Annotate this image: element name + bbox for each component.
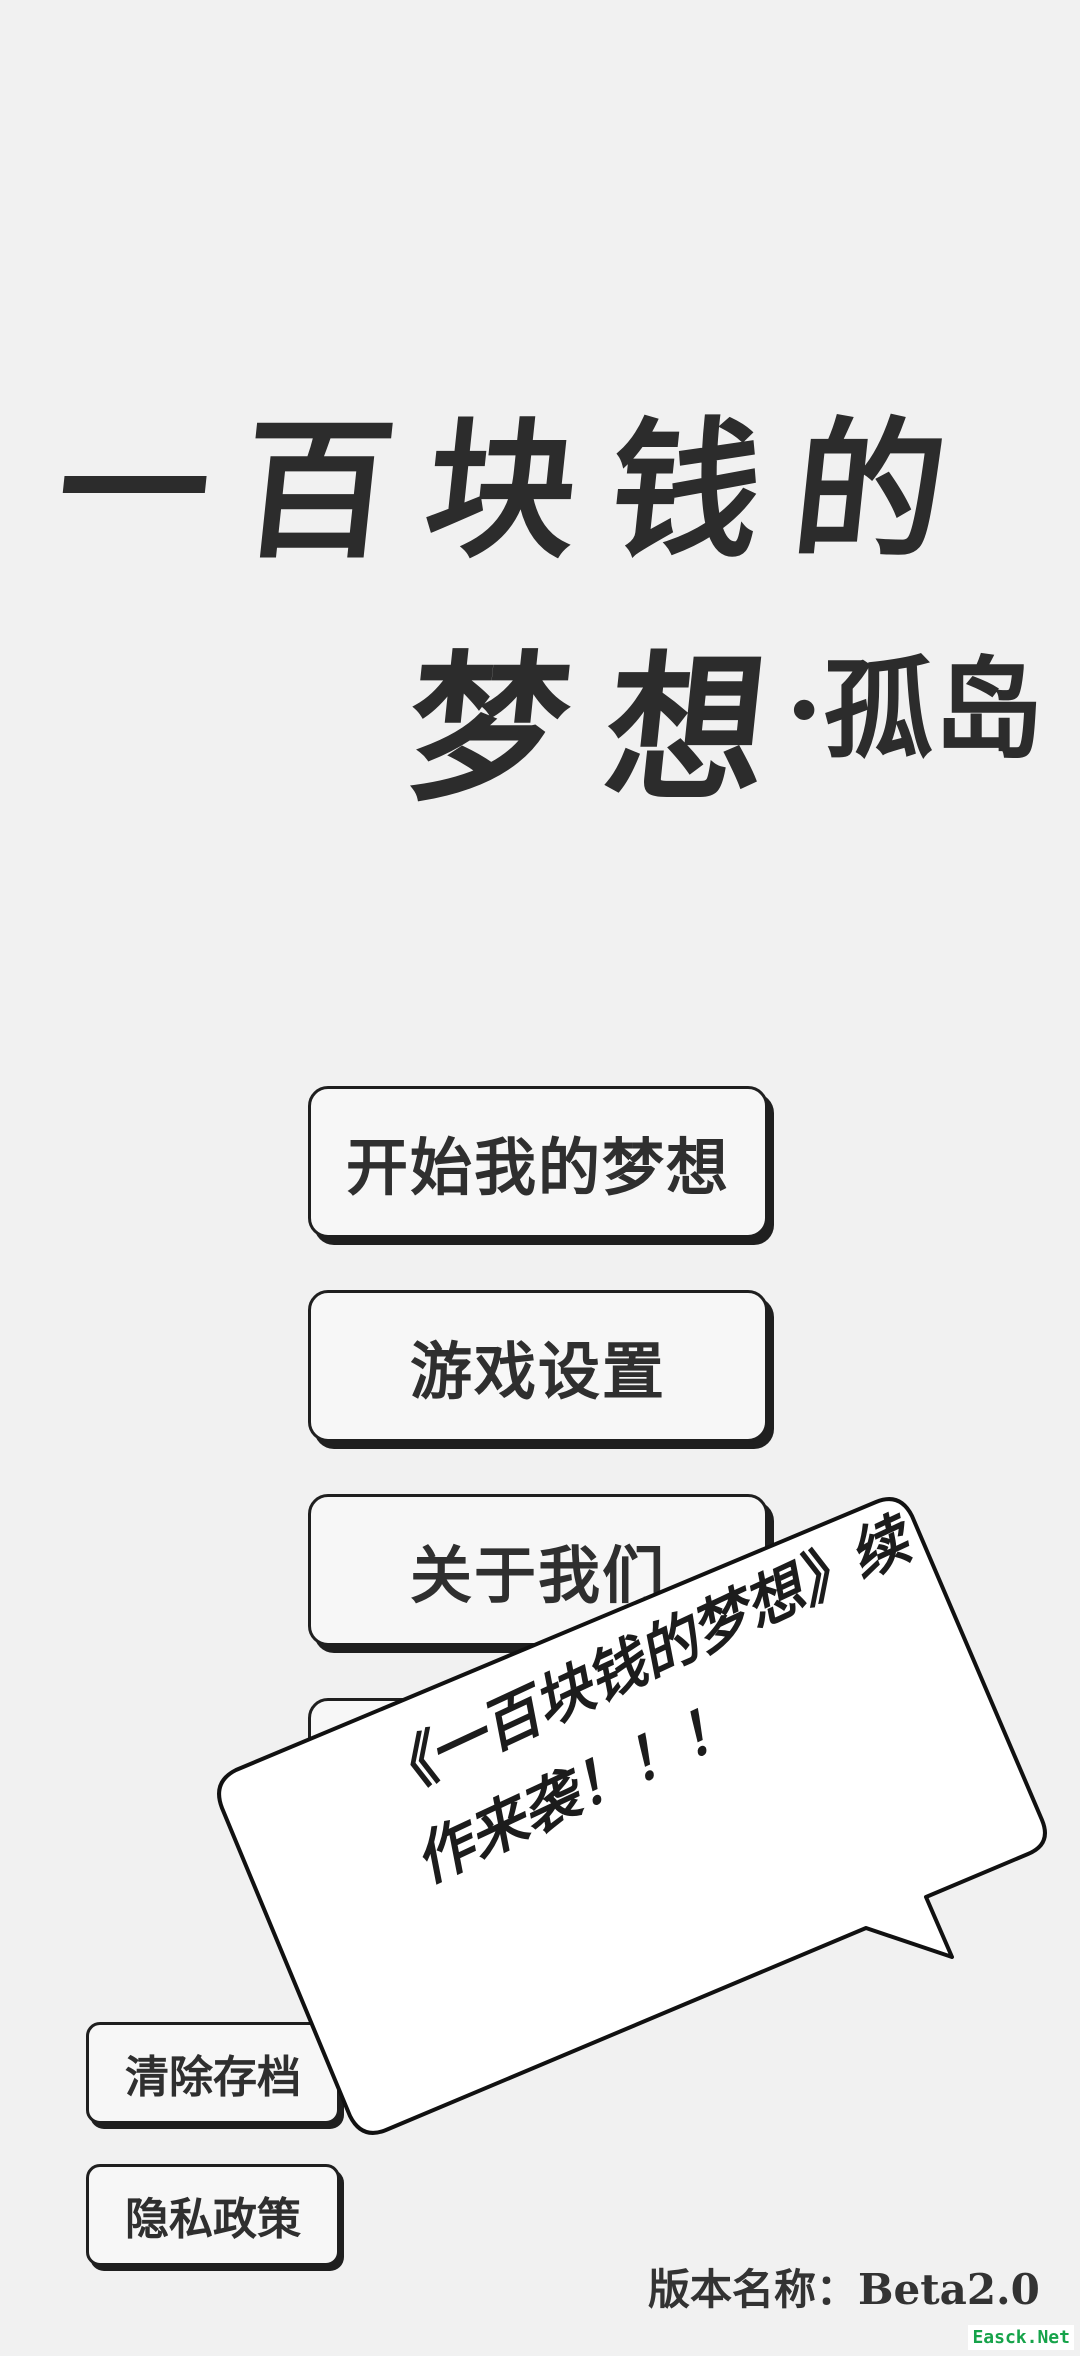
site-watermark: Easck.Net — [968, 2325, 1074, 2350]
game-subtitle: ·孤岛 — [785, 645, 1044, 774]
sequel-promo-bubble[interactable] — [200, 1490, 1080, 2190]
version-label: 版本名称：Beta2.0 — [648, 2265, 1040, 2314]
game-title-line1: 一百块钱的 — [49, 403, 988, 579]
start-dream-button[interactable]: 开始我的梦想 — [308, 1086, 768, 1238]
game-title-line2: 梦想 — [398, 635, 815, 823]
game-settings-button[interactable]: 游戏设置 — [308, 1290, 768, 1442]
